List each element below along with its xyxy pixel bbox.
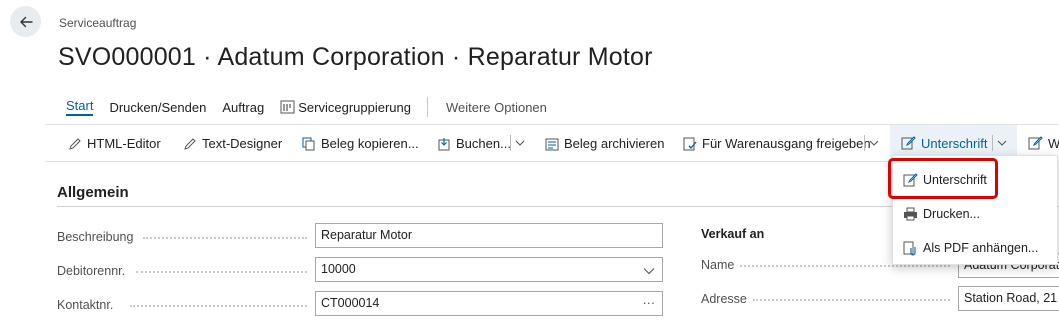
pencil-icon	[1028, 136, 1043, 150]
menu-item-print[interactable]: Drucken...	[893, 200, 1059, 228]
menu-item-signature[interactable]: Unterschrift	[893, 166, 1059, 194]
signature-dropdown-menu: Unterschrift Drucken... Als PDF anhängen…	[892, 155, 1058, 265]
action-tabs: Start Drucken/Senden Auftrag Servicegrup…	[58, 97, 555, 117]
html-editor-button[interactable]: HTML-Editor	[68, 125, 161, 162]
text-designer-button[interactable]: Text-Designer	[183, 125, 282, 162]
chevron-down-icon[interactable]	[996, 137, 1008, 149]
lookup-ellipsis-button[interactable]: ···	[643, 296, 656, 310]
tab-more-options[interactable]: Weitere Optionen	[438, 100, 555, 115]
field-dots	[740, 265, 950, 267]
field-dots	[130, 305, 307, 307]
sell-to-heading: Verkauf an	[701, 227, 765, 241]
release-icon	[683, 137, 697, 150]
back-button[interactable]	[10, 6, 41, 37]
tab-order[interactable]: Auftrag	[214, 100, 272, 115]
copy-document-button[interactable]: Beleg kopieren...	[302, 125, 419, 162]
pencil-icon	[184, 137, 196, 150]
post-button[interactable]: Buchen...	[437, 125, 511, 162]
signature-icon	[901, 136, 916, 150]
page-caption: Serviceauftrag	[59, 16, 137, 30]
tab-print-send[interactable]: Drucken/Senden	[101, 100, 214, 115]
attach-pdf-icon	[903, 241, 916, 256]
copy-document-icon	[302, 137, 315, 150]
page-title: SVO000001 · Adatum Corporation · Reparat…	[58, 43, 653, 71]
field-dots	[143, 237, 307, 239]
printer-icon	[904, 207, 917, 221]
post-icon	[438, 137, 450, 150]
contact-no-label: Kontaktnr.	[57, 298, 114, 312]
chevron-down-icon[interactable]	[868, 137, 880, 149]
sell-to-address-field[interactable]: Station Road, 21	[958, 286, 1059, 311]
sell-to-name-label: Name	[701, 258, 735, 272]
field-dots	[136, 271, 307, 273]
contact-no-field[interactable]: CT000014 ···	[315, 291, 663, 316]
chevron-down-icon[interactable]	[643, 265, 655, 277]
grouping-icon	[280, 100, 295, 114]
menu-item-attach-pdf[interactable]: Als PDF anhängen...	[893, 234, 1059, 262]
tab-divider	[426, 97, 428, 117]
release-shipment-button[interactable]: Für Warenausgang freigeben	[683, 125, 871, 162]
description-label: Beschreibung	[57, 230, 134, 244]
chevron-down-icon[interactable]	[514, 137, 526, 149]
description-field[interactable]: Reparatur Motor	[315, 223, 663, 248]
archive-icon	[545, 138, 559, 150]
archive-document-button[interactable]: Beleg archivieren	[545, 125, 664, 162]
field-dots	[753, 299, 950, 301]
sell-to-address-label: Adresse	[701, 292, 747, 306]
tab-service-grouping[interactable]: Servicegruppierung	[272, 100, 419, 115]
signature-icon	[903, 172, 918, 186]
customer-no-field[interactable]: 10000	[315, 257, 663, 282]
section-title: Allgemein	[57, 184, 129, 201]
customer-no-label: Debitorennr.	[57, 264, 126, 278]
arrow-left-icon	[19, 16, 33, 27]
pencil-icon	[69, 137, 81, 150]
split-divider	[864, 135, 865, 151]
split-divider	[510, 135, 511, 151]
split-divider	[992, 135, 993, 151]
tab-start[interactable]: Start	[58, 98, 101, 116]
